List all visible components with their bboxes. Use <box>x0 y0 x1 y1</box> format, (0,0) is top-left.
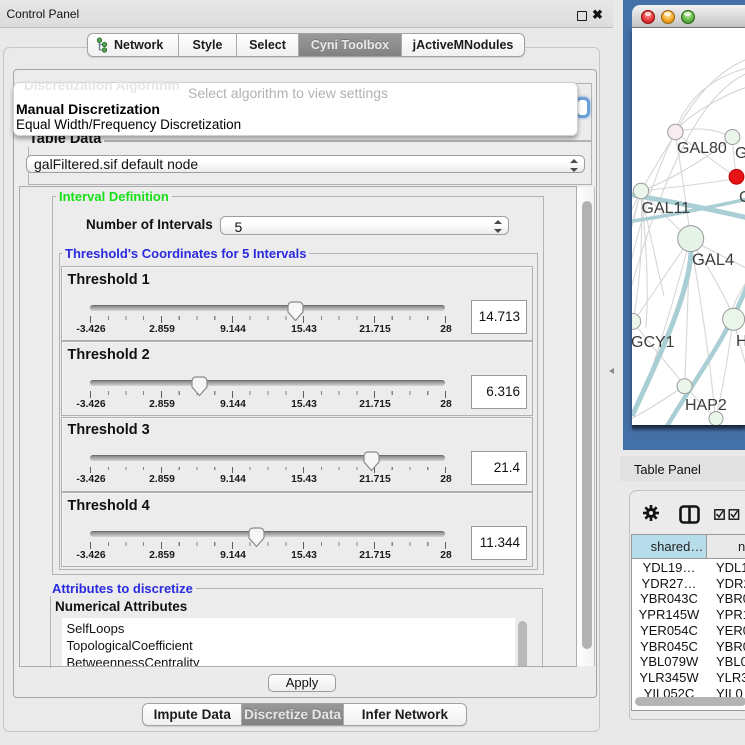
svg-text:C: C <box>739 189 745 206</box>
svg-text:GA: GA <box>735 145 745 162</box>
svg-text:GCY1: GCY1 <box>632 334 675 351</box>
svg-text:GAL11: GAL11 <box>642 200 691 217</box>
svg-text:H: H <box>736 333 745 350</box>
svg-text:GAL80: GAL80 <box>677 140 727 157</box>
svg-text:HAP2: HAP2 <box>685 397 727 414</box>
svg-text:GAL4: GAL4 <box>692 251 734 269</box>
